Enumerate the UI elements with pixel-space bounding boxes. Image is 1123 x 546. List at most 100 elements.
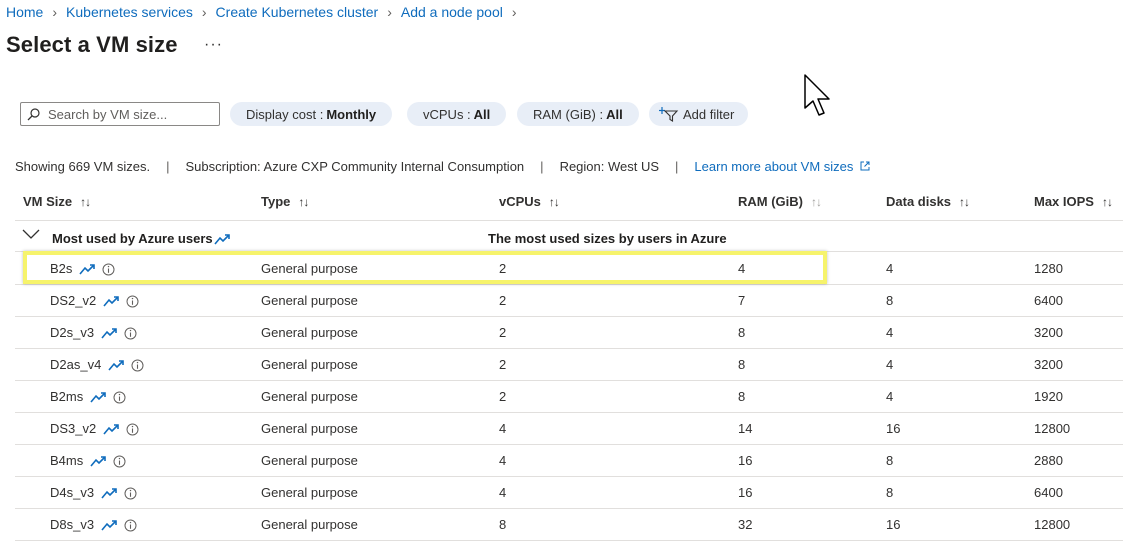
learn-more-link[interactable]: Learn more about VM sizes <box>694 159 870 174</box>
chevron-right-icon: › <box>201 4 207 20</box>
vm-size-cell: D8s_v3 <box>50 509 137 541</box>
vm-size-name: D8s_v3 <box>50 517 95 532</box>
vm-size-name: D2s_v3 <box>50 325 95 340</box>
vcpus-cell: 8 <box>499 517 507 532</box>
trending-up-icon <box>108 359 125 371</box>
summary-bar: Showing 669 VM sizes. | Subscription: Az… <box>15 159 870 174</box>
info-icon[interactable] <box>131 359 144 372</box>
max-iops-cell: 6400 <box>1034 485 1063 500</box>
search-box[interactable] <box>20 102 220 126</box>
vm-size-cell: D2as_v4 <box>50 349 144 381</box>
type-cell: General purpose <box>261 261 358 276</box>
table-row[interactable]: D8s_v3 General purpose 8 32 16 12800 <box>15 509 1123 541</box>
divider: | <box>540 159 544 174</box>
trending-up-icon <box>103 423 120 435</box>
sort-icon: ↑↓ <box>80 194 91 209</box>
vcpus-cell: 4 <box>499 453 507 468</box>
trending-up-icon <box>101 519 118 531</box>
page-title: Select a VM size <box>6 32 178 57</box>
data-disks-cell: 4 <box>886 357 894 372</box>
info-icon[interactable] <box>102 263 115 276</box>
table-row[interactable]: B2s General purpose 2 4 4 1280 <box>15 253 1123 285</box>
vcpus-filter-value: All <box>473 106 491 122</box>
group-label: Most used by Azure users <box>52 231 231 246</box>
vm-size-cell: D4s_v3 <box>50 477 137 509</box>
breadcrumb-kubernetes-services[interactable]: Kubernetes services <box>66 4 193 20</box>
max-iops-cell: 3200 <box>1034 325 1063 340</box>
vcpus-filter-label: vCPUs : <box>423 106 471 122</box>
divider: | <box>166 159 170 174</box>
data-disks-cell: 8 <box>886 293 894 308</box>
trending-up-icon <box>101 327 118 339</box>
type-cell: General purpose <box>261 453 358 468</box>
search-input[interactable] <box>46 105 210 123</box>
trending-up-icon <box>101 487 118 499</box>
vm-size-name: B4ms <box>50 453 84 468</box>
info-icon[interactable] <box>124 327 137 340</box>
vcpus-cell: 2 <box>499 389 507 404</box>
ram-filter-label: RAM (GiB) : <box>533 106 604 122</box>
vcpus-filter[interactable]: vCPUs : All <box>407 102 507 126</box>
breadcrumb-add-node-pool[interactable]: Add a node pool <box>401 4 503 20</box>
ram-filter[interactable]: RAM (GiB) : All <box>517 102 639 126</box>
table-row[interactable]: DS2_v2 General purpose 2 7 8 6400 <box>15 285 1123 317</box>
data-disks-cell: 4 <box>886 325 894 340</box>
vm-size-name: DS3_v2 <box>50 421 97 436</box>
vm-size-name: D4s_v3 <box>50 485 95 500</box>
vm-size-cell: DS2_v2 <box>50 285 139 317</box>
breadcrumb-home[interactable]: Home <box>6 4 43 20</box>
chevron-down-icon[interactable] <box>22 227 40 241</box>
max-iops-cell: 1280 <box>1034 261 1063 276</box>
column-header-vm-size[interactable]: VM Size ↑↓ <box>23 194 91 209</box>
column-header-ram[interactable]: RAM (GiB) ↑↓ <box>738 194 822 209</box>
info-icon[interactable] <box>113 455 126 468</box>
vm-size-name: DS2_v2 <box>50 293 97 308</box>
external-link-icon <box>860 161 870 171</box>
info-icon[interactable] <box>126 423 139 436</box>
trending-up-icon <box>90 455 107 467</box>
max-iops-cell: 3200 <box>1034 357 1063 372</box>
table-row[interactable]: D4s_v3 General purpose 4 16 8 6400 <box>15 477 1123 509</box>
info-icon[interactable] <box>124 519 137 532</box>
add-filter-label: Add filter <box>683 106 735 122</box>
ram-cell: 32 <box>738 517 753 532</box>
ram-cell: 8 <box>738 357 746 372</box>
ram-cell: 7 <box>738 293 746 308</box>
column-header-max-iops[interactable]: Max IOPS ↑↓ <box>1034 194 1113 209</box>
table-row[interactable]: DS3_v2 General purpose 4 14 16 12800 <box>15 413 1123 445</box>
vcpus-cell: 4 <box>499 485 507 500</box>
display-cost-filter[interactable]: Display cost : Monthly <box>230 102 393 126</box>
data-disks-cell: 8 <box>886 453 894 468</box>
column-header-label: VM Size <box>23 194 73 209</box>
vm-size-cell: D2s_v3 <box>50 317 137 349</box>
group-description: The most used sizes by users in Azure <box>488 231 727 246</box>
more-options-button[interactable]: ··· <box>204 36 223 54</box>
info-icon[interactable] <box>113 391 126 404</box>
table-row[interactable]: D2s_v3 General purpose 2 8 4 3200 <box>15 317 1123 349</box>
column-header-label: Data disks <box>886 194 952 209</box>
vm-size-name: D2as_v4 <box>50 357 102 372</box>
vm-size-name: B2s <box>50 261 73 276</box>
breadcrumb-create-kubernetes-cluster[interactable]: Create Kubernetes cluster <box>216 4 379 20</box>
info-icon[interactable] <box>126 295 139 308</box>
vm-count-text: Showing 669 VM sizes. <box>15 159 151 174</box>
table-row[interactable]: B4ms General purpose 4 16 8 2880 <box>15 445 1123 477</box>
subscription-text: Subscription: Azure CXP Community Intern… <box>185 159 525 174</box>
column-header-type[interactable]: Type ↑↓ <box>261 194 309 209</box>
sort-icon: ↑↓ <box>959 194 970 209</box>
add-filter-button[interactable]: Add filter <box>649 102 749 126</box>
ram-filter-value: All <box>606 106 623 122</box>
column-header-label: vCPUs <box>499 194 541 209</box>
column-header-vcpus[interactable]: vCPUs ↑↓ <box>499 194 560 209</box>
column-header-label: RAM (GiB) <box>738 194 803 209</box>
column-header-data-disks[interactable]: Data disks ↑↓ <box>886 194 970 209</box>
info-icon[interactable] <box>124 487 137 500</box>
table-row[interactable]: B2ms General purpose 2 8 4 1920 <box>15 381 1123 413</box>
trending-up-icon <box>214 233 230 245</box>
vcpus-cell: 2 <box>499 325 507 340</box>
ram-cell: 16 <box>738 453 753 468</box>
table-row[interactable]: D2as_v4 General purpose 2 8 4 3200 <box>15 349 1123 381</box>
chevron-right-icon: › <box>387 4 392 20</box>
data-disks-cell: 4 <box>886 389 894 404</box>
column-header-label: Max IOPS <box>1034 194 1094 209</box>
